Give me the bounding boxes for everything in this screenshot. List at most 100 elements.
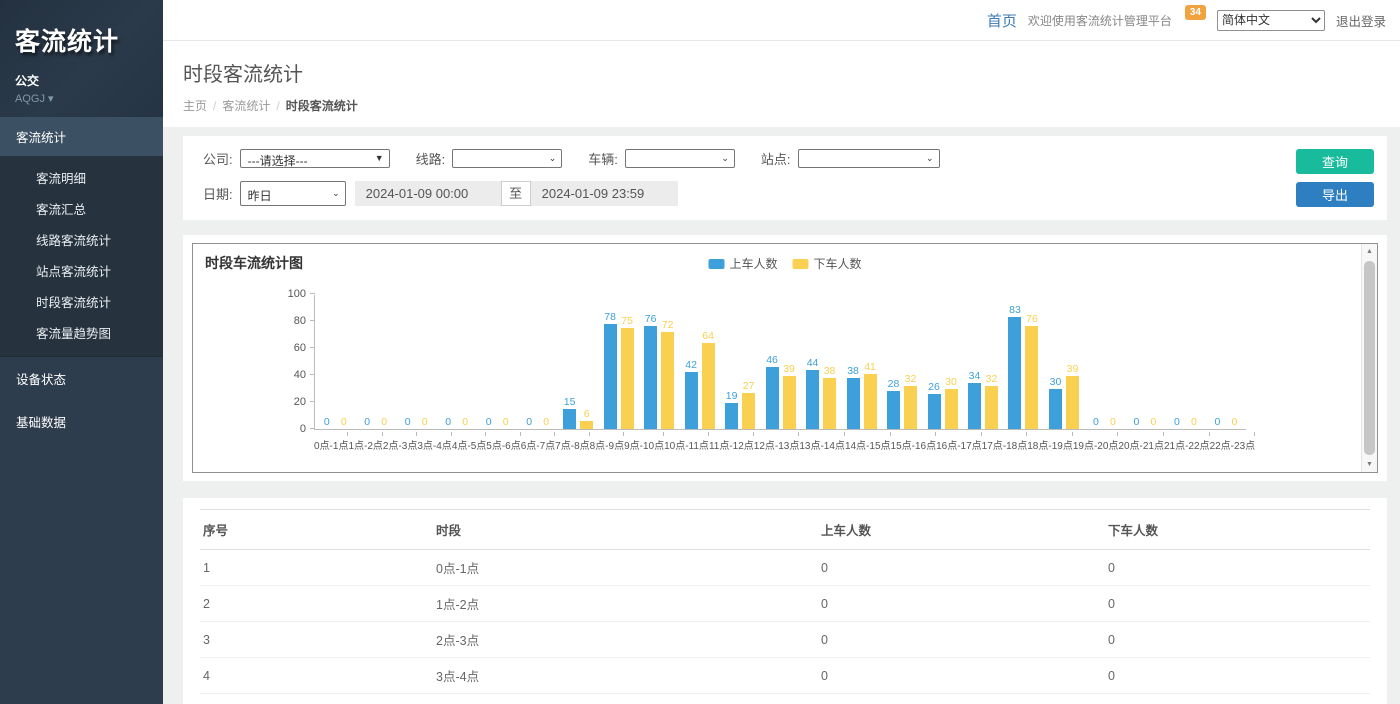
station-select[interactable]: ⌄ — [798, 149, 940, 168]
bar-value-label: 0 — [364, 416, 370, 428]
bar-column: 0 — [418, 416, 431, 429]
bar-column: 0 — [1211, 416, 1224, 429]
bar-column: 64 — [702, 330, 715, 429]
bar-group: 42 64 — [679, 295, 719, 429]
table-cell: 2点-3点 — [433, 622, 818, 658]
sidebar-subitem[interactable]: 线路客流统计 — [0, 224, 163, 255]
bar — [806, 370, 819, 429]
x-axis-tick-label: 5点-6点 — [486, 432, 520, 452]
bar-value-label: 42 — [685, 359, 697, 371]
bar-value-label: 30 — [945, 376, 957, 388]
bar-column: 0 — [401, 416, 414, 429]
x-axis-tick-label: 19点-20点 — [1073, 432, 1119, 452]
table-cell: 1 — [200, 550, 433, 586]
sidebar-item[interactable]: 基础数据 — [0, 400, 163, 443]
sidebar-subitem[interactable]: 客流汇总 — [0, 193, 163, 224]
line-select[interactable]: ⌄ — [452, 149, 562, 168]
bar — [864, 374, 877, 429]
org-code-dropdown[interactable]: AQGJ ▾ — [15, 92, 163, 105]
home-link[interactable]: 首页 — [987, 10, 1017, 31]
content: 公司: ---请选择--- ▼ 线路: ⌄ 车辆: ⌄ 站点: — [163, 127, 1400, 704]
y-axis-tick-label: 60 — [294, 342, 306, 354]
bar-column: 41 — [864, 361, 877, 429]
bar-column: 32 — [985, 373, 998, 429]
sidebar-subitem[interactable]: 客流明细 — [0, 162, 163, 193]
bar-column: 0 — [378, 416, 391, 429]
table-cell: 0 — [1105, 658, 1370, 694]
table-cell: 0 — [818, 658, 1105, 694]
date-end-input[interactable]: 2024-01-09 23:59 — [531, 181, 678, 206]
bar-group: 7875 — [598, 295, 638, 429]
date-preset-select[interactable]: 昨日 ⌄ — [240, 181, 346, 206]
caret-down-icon: ▾ — [48, 93, 54, 105]
bar — [968, 383, 981, 429]
bar-group: 3039 — [1044, 295, 1084, 429]
bar-value-label: 44 — [807, 357, 819, 369]
bar-value-label: 0 — [462, 416, 468, 428]
chart-plot: 0000000000001567875767242641927463944383… — [314, 295, 1246, 430]
bar-value-label: 76 — [645, 313, 657, 325]
bar-column: 27 — [742, 380, 755, 429]
export-button[interactable]: 导出 — [1296, 182, 1374, 207]
table-row: 43点-4点00 — [200, 658, 1370, 694]
bar-value-label: 0 — [445, 416, 451, 428]
bar-value-label: 0 — [1093, 416, 1099, 428]
logout-link[interactable]: 退出登录 — [1336, 11, 1386, 30]
bar-column: 76 — [1025, 313, 1038, 429]
x-axis-tick-label: 8点-9点 — [590, 432, 624, 452]
bar-value-label: 0 — [422, 416, 428, 428]
scroll-up-icon[interactable]: ▲ — [1362, 244, 1377, 259]
bar-column: 0 — [482, 416, 495, 429]
breadcrumb-item: 时段客流统计 — [286, 99, 358, 113]
language-select[interactable]: 简体中文 — [1217, 10, 1325, 31]
org-name: 公交 — [15, 72, 163, 89]
breadcrumb-item[interactable]: 客流统计 — [222, 99, 270, 113]
sidebar-item[interactable]: 设备状态 — [0, 357, 163, 400]
bar-value-label: 0 — [543, 416, 549, 428]
scrollbar-thumb[interactable] — [1364, 261, 1375, 455]
x-axis-tick-label: 7点-8点 — [555, 432, 589, 452]
stats-table: 序号时段上车人数下车人数 10点-1点0021点-2点0032点-3点0043点… — [200, 509, 1370, 704]
y-axis-tick — [310, 320, 315, 321]
bar — [1025, 326, 1038, 429]
date-start-input[interactable]: 2024-01-09 00:00 — [355, 181, 501, 206]
bar-group: 00 — [436, 295, 476, 429]
breadcrumb: 主页/客流统计/时段客流统计 — [183, 97, 1380, 114]
bar-column: 42 — [685, 359, 698, 429]
scroll-down-icon[interactable]: ▼ — [1362, 457, 1377, 472]
bar-group: 00 — [1165, 295, 1205, 429]
sidebar-subitem[interactable]: 站点客流统计 — [0, 255, 163, 286]
table-header-row: 序号时段上车人数下车人数 — [200, 510, 1370, 550]
bar-value-label: 0 — [1231, 416, 1237, 428]
bar-value-label: 78 — [604, 311, 616, 323]
sidebar-subitem[interactable]: 客流量趋势图 — [0, 317, 163, 348]
vertical-scrollbar[interactable]: ▲ ▼ — [1361, 244, 1377, 472]
bar-column: 44 — [806, 357, 819, 429]
legend-item[interactable]: 下车人数 — [793, 255, 862, 272]
vehicle-label: 车辆: — [588, 149, 618, 168]
bar-group: 00 — [1206, 295, 1246, 429]
table-cell: 0点-1点 — [433, 550, 818, 586]
breadcrumb-item[interactable]: 主页 — [183, 99, 207, 113]
x-axis-labels: 0点-1点1点-2点2点-3点3点-4点4点-5点5点-6点6点-7点7点-8点… — [314, 432, 1246, 452]
query-button[interactable]: 查询 — [1296, 149, 1374, 174]
table-header-cell: 序号 — [200, 510, 433, 550]
bar-value-label: 0 — [486, 416, 492, 428]
bar-value-label: 0 — [381, 416, 387, 428]
vehicle-select[interactable]: ⌄ — [625, 149, 735, 168]
notification-badge[interactable]: 34 — [1185, 5, 1206, 20]
x-axis-tick-label: 22点-23点 — [1210, 432, 1256, 452]
bar — [1008, 317, 1021, 429]
sidebar-subitem[interactable]: 时段客流统计 — [0, 286, 163, 317]
bar-value-label: 72 — [662, 319, 674, 331]
x-axis-tick-label: 11点-12点 — [709, 432, 754, 452]
sidebar-group-passenger-stats[interactable]: 客流统计 — [0, 117, 163, 156]
bar — [847, 378, 860, 429]
legend-item[interactable]: 上车人数 — [708, 255, 777, 272]
table-cell: 4点-5点 — [433, 694, 818, 704]
welcome-text: 欢迎使用客流统计管理平台 — [1028, 12, 1172, 29]
x-axis-tick-label: 10点-11点 — [664, 432, 709, 452]
table-cell: 0 — [1105, 622, 1370, 658]
company-select[interactable]: ---请选择--- ▼ — [240, 149, 390, 168]
bar-value-label: 0 — [1134, 416, 1140, 428]
